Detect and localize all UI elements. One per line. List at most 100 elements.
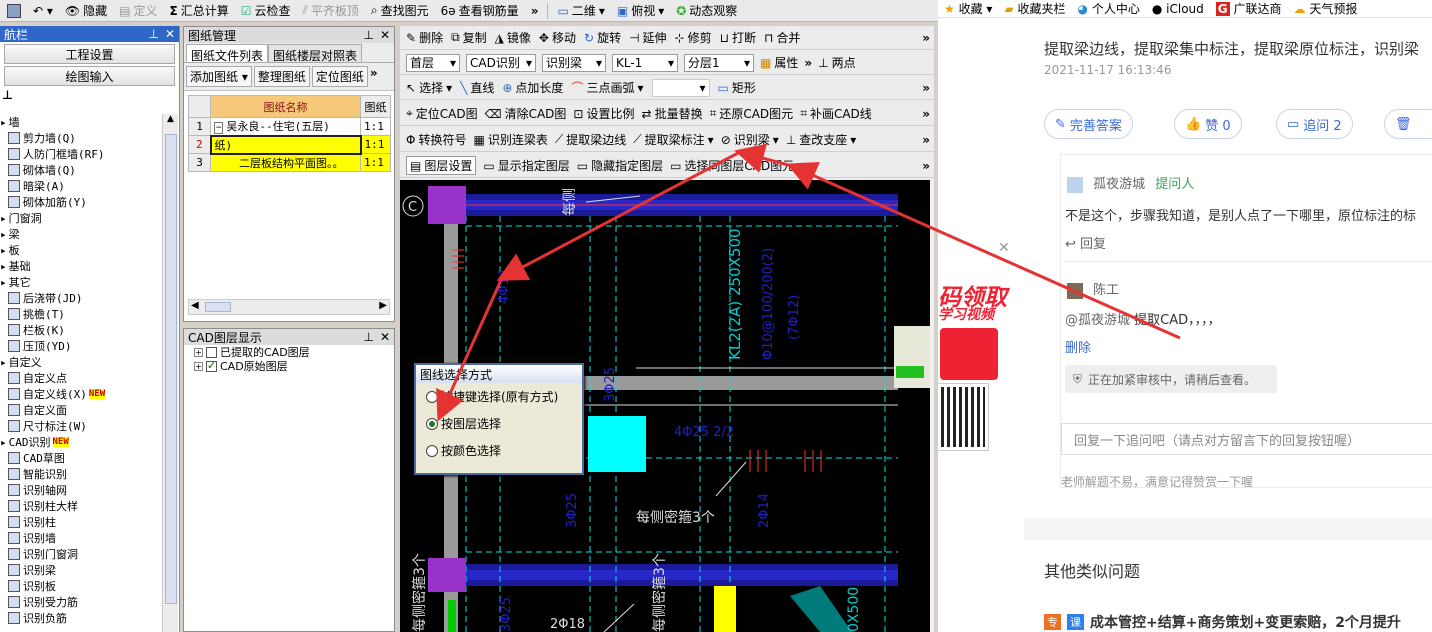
tree-item[interactable]: 自定义面 <box>0 402 164 418</box>
draw-option-select[interactable]: ▾ <box>651 78 710 97</box>
delete-link[interactable]: 删除 <box>1065 337 1432 356</box>
floor-select[interactable]: 首层 ▾ <box>406 53 460 72</box>
tree-item[interactable]: 自定义线(X) NEW <box>0 386 164 402</box>
select-same-layer-button[interactable]: ▭ 选择同图层CAD图元 <box>670 157 794 174</box>
bookmark-icloud[interactable]: ● iCloud <box>1152 2 1204 16</box>
more-icon[interactable]: » <box>922 31 930 45</box>
more-icon[interactable]: » <box>922 159 930 173</box>
tree-item[interactable]: CAD草图 <box>0 450 164 466</box>
merge-button[interactable]: ⊓ 合并 <box>764 29 800 46</box>
expand-icon[interactable]: ▸ <box>0 244 7 257</box>
toolbar-define-button[interactable]: ▤ 定义 <box>116 1 160 21</box>
organize-drawing-button[interactable]: 整理图纸 <box>253 66 310 87</box>
expand-icon[interactable]: + <box>194 347 203 357</box>
pin-icon[interactable]: ⊥ <box>148 27 158 41</box>
expand-icon[interactable]: ▸ <box>0 116 7 129</box>
element-select[interactable]: KL-1 ▾ <box>612 53 678 72</box>
tree-item[interactable]: ▸ 板 <box>0 242 164 258</box>
bookmark-favorites[interactable]: ★ 收藏 ▾ <box>944 0 992 17</box>
table-row[interactable]: 2 纸) 1:1 <box>188 134 391 155</box>
option-color-select[interactable]: 按颜色选择 <box>416 437 582 464</box>
properties-button[interactable]: ▦ 属性 <box>760 54 798 71</box>
copy-button[interactable]: ⧉ 复制 <box>451 29 487 46</box>
drawing-input-button[interactable]: 绘图输入 <box>4 66 175 86</box>
more-icon[interactable]: » <box>370 66 378 87</box>
tree-item[interactable]: ▸ 门窗洞 <box>0 210 164 226</box>
layer-checkbox[interactable] <box>206 346 217 358</box>
more-icon[interactable]: » <box>804 56 812 70</box>
toolbar-orbit-button[interactable]: ✪ 动态观察 <box>673 1 740 21</box>
tree-item[interactable]: 人防门框墙(RF) <box>0 146 164 162</box>
toolbar-sum-button[interactable]: Σ 汇总计算 <box>167 1 232 21</box>
expand-icon[interactable]: ▸ <box>0 436 7 449</box>
tree-item[interactable]: 砌体加筋(Y) <box>0 194 164 210</box>
bookmark-glodon[interactable]: G 广联达商 <box>1215 0 1282 17</box>
tree-item[interactable]: ▸ 墙 <box>0 114 164 130</box>
extend-button[interactable]: ⊣ 延伸 <box>629 29 666 46</box>
tree-item[interactable]: 识别梁 <box>0 562 164 578</box>
table-row[interactable]: 1 − 吴永良--住宅(五层) 1:1 <box>188 117 391 136</box>
save-icon[interactable] <box>4 1 24 21</box>
toolbar-rebar-button[interactable]: 6ə 查看钢筋量 <box>438 1 522 21</box>
layer-item-extracted[interactable]: + 已提取的CAD图层 <box>184 345 394 359</box>
tree-item[interactable]: 识别柱 <box>0 514 164 530</box>
tree-item[interactable]: 剪力墙(Q) <box>0 130 164 146</box>
column-header-scale[interactable]: 图纸 <box>360 95 391 118</box>
tree-item[interactable]: 暗梁(A) <box>0 178 164 194</box>
mirror-button[interactable]: ◮ 镜像 <box>495 29 531 46</box>
column-header-name[interactable]: 图纸名称 <box>210 95 361 118</box>
layer-item-original[interactable]: + CAD原始图层 <box>184 359 394 373</box>
option-shortcut-select[interactable]: 按捷键选择(原有方式) <box>416 383 582 410</box>
trim-button[interactable]: ⊹ 修剪 <box>675 29 712 46</box>
bookmark-folder[interactable]: ▰ 收藏夹栏 <box>1004 0 1065 17</box>
toolbar-more-icon[interactable]: » <box>528 1 542 21</box>
line-button[interactable]: ╲ 直线 <box>460 79 494 96</box>
side-ad[interactable]: ✕ 码领取 学习视频 <box>938 18 1024 632</box>
tree-item[interactable]: 后浇带(JD) <box>0 290 164 306</box>
batch-replace-button[interactable]: ⇄ 批量替换 <box>642 105 703 122</box>
expand-icon[interactable]: ▸ <box>0 228 7 241</box>
reply-input[interactable]: 回复一下追问吧（请点对方留言下的回复按钮喔） <box>1061 423 1432 455</box>
reply-link[interactable]: ↩ 回复 <box>1065 233 1432 252</box>
similar-item[interactable]: 专 课 成本管控+结算+商务策划+变更索赔，2个月提升 <box>1044 612 1401 632</box>
tab-drawing-list[interactable]: 图纸文件列表 <box>186 44 269 63</box>
expand-icon[interactable]: ▸ <box>0 260 7 273</box>
scroll-left-icon[interactable]: ◀ <box>191 300 199 311</box>
locate-drawing-button[interactable]: 定位图纸 <box>311 66 368 87</box>
toolbar-cloud-check-button[interactable]: ☑ 云检查 <box>238 1 294 21</box>
expand-icon[interactable]: ▸ <box>0 212 7 225</box>
project-settings-button[interactable]: 工程设置 <box>4 44 175 64</box>
extract-beam-edge-button[interactable]: ⟋ 提取梁边线 <box>555 131 626 148</box>
follow-up-button[interactable]: ▭ 追问 2 <box>1276 109 1353 139</box>
toolbar-flush-button[interactable]: ⫽ 平齐板顶 <box>300 1 362 21</box>
recognize-beam-button[interactable]: ⊘ 识别梁 ▾ <box>721 131 779 148</box>
improve-answer-button[interactable]: ✎ 完善答案 <box>1044 109 1133 139</box>
hide-layer-button[interactable]: ▭ 隐藏指定图层 <box>577 157 663 174</box>
radio-button[interactable] <box>426 417 438 430</box>
scroll-right-icon[interactable]: ▶ <box>379 300 387 311</box>
tree-item[interactable]: 栏板(K) <box>0 322 164 338</box>
extract-beam-label-button[interactable]: ⟋ 提取梁标注 ▾ <box>633 131 713 148</box>
tree-item[interactable]: 尺寸标注(W) <box>0 418 164 434</box>
collapse-icon[interactable]: − <box>214 122 224 135</box>
two-point-button[interactable]: ⊥ 两点 <box>818 54 855 71</box>
close-icon[interactable]: ✕ <box>380 28 390 42</box>
tree-item[interactable]: 压顶(YD) <box>0 338 164 354</box>
more-icon[interactable]: » <box>922 133 930 147</box>
scrollbar-thumb[interactable] <box>205 302 231 312</box>
move-button[interactable]: ✥ 移动 <box>539 29 576 46</box>
table-row[interactable]: 3 二层板结构平面图。。 1:1 <box>188 153 391 172</box>
tree-item[interactable]: ▸ 梁 <box>0 226 164 242</box>
tree-item[interactable]: 识别门窗洞 <box>0 546 164 562</box>
scrollbar-thumb[interactable] <box>165 134 177 604</box>
select-button[interactable]: ↖ 选择 ▾ <box>406 79 452 96</box>
tree-item[interactable]: 识别负筋 <box>0 610 164 626</box>
radio-button[interactable] <box>426 390 438 403</box>
restore-cad-button[interactable]: ⌗ 还原CAD图元 <box>710 105 794 122</box>
tab-floor-mapping[interactable]: 图纸楼层对照表 <box>268 44 363 63</box>
drawing-name-cell[interactable]: 二层板结构平面图。。 <box>210 153 361 172</box>
undo-icon[interactable]: ↶ ▾ <box>30 1 56 21</box>
ad-close-icon[interactable]: ✕ <box>998 240 1010 256</box>
arc-button[interactable]: ⌒ 三点画弧 ▾ <box>571 79 643 96</box>
edit-support-button[interactable]: ⊥ 查改支座 ▾ <box>786 131 857 148</box>
